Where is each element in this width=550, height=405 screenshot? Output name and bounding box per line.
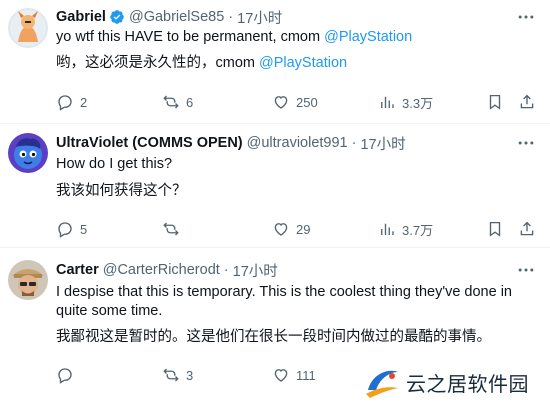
views-icon: [381, 223, 394, 235]
reply-icon: [58, 222, 72, 238]
author-handle[interactable]: @CarterRicherodt: [103, 262, 220, 278]
tweet-header: Carter @CarterRicherodt · 17小时: [56, 260, 278, 280]
more-icon[interactable]: [516, 7, 536, 27]
author-handle[interactable]: @GabrielSe85: [129, 9, 224, 25]
timestamp[interactable]: 17小时: [233, 260, 278, 281]
reply-button[interactable]: 5: [56, 219, 87, 239]
bookmark-icon: [489, 94, 501, 110]
reply-icon: [58, 95, 72, 111]
tweet-translation: 哟，这必须是永久性的，cmom @PlayStation: [56, 54, 532, 73]
retweet-button[interactable]: 3: [162, 365, 193, 385]
watermark-logo-icon: [366, 370, 398, 398]
tweet-text: I despise that this is temporary. This i…: [56, 284, 512, 319]
avatar[interactable]: [8, 260, 48, 300]
bookmark-icon: [489, 221, 501, 237]
avatar[interactable]: [8, 8, 48, 48]
separator-dot: ·: [223, 262, 229, 278]
tweet-header: UltraViolet (COMMS OPEN) @ultraviolet991…: [56, 133, 406, 153]
like-button[interactable]: 111: [272, 365, 316, 385]
tweet-translation: 我鄙视这是暂时的。这是他们在很长一段时间内做过的最酷的事情。: [56, 329, 491, 345]
author-name[interactable]: Carter: [56, 262, 99, 278]
avatar[interactable]: [8, 133, 48, 173]
bookmark-button[interactable]: [486, 92, 504, 112]
mention-link[interactable]: @PlayStation: [324, 29, 412, 45]
like-count: 29: [296, 221, 311, 237]
action-bar: 5 29 3.7万: [56, 219, 534, 239]
like-count: 250: [296, 94, 318, 110]
views-icon: [381, 96, 394, 108]
watermark: 云之居软件园: [360, 361, 550, 403]
share-icon: [520, 221, 534, 236]
separator-dot: ·: [351, 135, 357, 151]
views-button[interactable]: 3.7万: [378, 219, 433, 239]
mention-link[interactable]: @PlayStation: [259, 55, 347, 71]
retweet-icon: [163, 222, 179, 236]
retweet-icon: [163, 368, 179, 382]
separator-dot: ·: [228, 9, 234, 25]
tweet-text: How do I get this?: [56, 156, 173, 172]
like-icon: [274, 369, 288, 382]
share-button[interactable]: [518, 92, 536, 112]
like-button[interactable]: 29: [272, 219, 310, 239]
bookmark-button[interactable]: [486, 219, 504, 239]
verified-badge-icon: [110, 10, 124, 24]
views-count: 3.7万: [402, 222, 434, 238]
tweet-translation: 我该如何获得这个？: [56, 183, 187, 199]
tweet-header: Gabriel @GabrielSe85 · 17小时: [56, 7, 282, 27]
reply-count: 2: [80, 94, 88, 110]
like-count: 111: [296, 367, 316, 383]
retweet-count: 6: [186, 94, 194, 110]
like-icon: [274, 96, 288, 109]
reply-button[interactable]: 2: [56, 92, 87, 112]
tweet[interactable]: Gabriel @GabrielSe85 · 17小时 yo wtf this …: [0, 0, 550, 124]
reply-button[interactable]: [56, 365, 80, 385]
share-button[interactable]: [518, 219, 536, 239]
like-icon: [274, 223, 288, 236]
retweet-icon: [163, 95, 179, 109]
reply-count: 5: [80, 221, 88, 237]
like-button[interactable]: 250: [272, 92, 318, 112]
author-name[interactable]: UltraViolet (COMMS OPEN): [56, 135, 243, 151]
tweet-text-main: yo wtf this HAVE to be permanent, cmom: [56, 29, 325, 45]
retweet-button[interactable]: [162, 219, 186, 239]
retweet-count: 3: [186, 367, 194, 383]
more-icon[interactable]: [516, 133, 536, 153]
reply-feed: Gabriel @GabrielSe85 · 17小时 yo wtf this …: [0, 0, 550, 405]
timestamp[interactable]: 17小时: [360, 133, 405, 154]
tweet-text: yo wtf this HAVE to be permanent, cmom @…: [56, 28, 532, 47]
views-button[interactable]: 3.3万: [378, 92, 433, 112]
share-icon: [520, 94, 534, 109]
views-count: 3.3万: [402, 95, 434, 111]
reply-icon: [58, 368, 72, 384]
author-handle[interactable]: @ultraviolet991: [247, 135, 348, 151]
watermark-text: 云之居软件园: [406, 371, 529, 396]
retweet-button[interactable]: 6: [162, 92, 193, 112]
action-bar: 2 6 250 3.3万: [56, 92, 534, 112]
author-name[interactable]: Gabriel: [56, 9, 106, 25]
translation-text-main: 哟，这必须是永久性的，cmom: [56, 55, 259, 71]
more-icon[interactable]: [516, 260, 536, 280]
tweet[interactable]: UltraViolet (COMMS OPEN) @ultraviolet991…: [0, 124, 550, 248]
timestamp[interactable]: 17小时: [237, 7, 282, 28]
